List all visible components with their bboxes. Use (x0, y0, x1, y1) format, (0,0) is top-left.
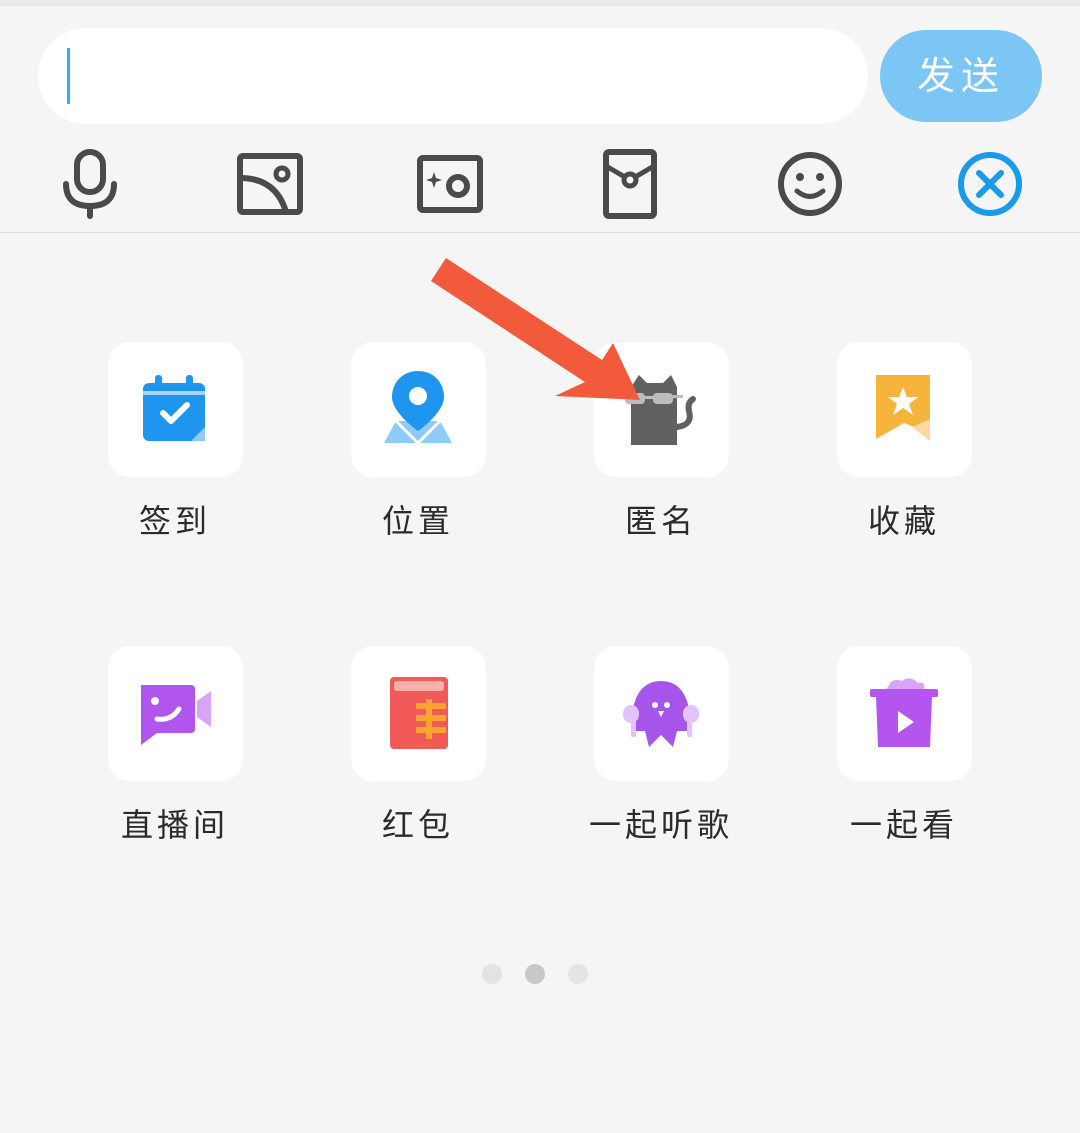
panel-item-checkin[interactable]: 签到 (75, 342, 275, 552)
panel-item-favorites[interactable]: 收藏 (804, 342, 1004, 552)
panel-item-red-packet[interactable]: 红包 (318, 646, 518, 856)
location-label: 位置 (381, 502, 454, 540)
red-packet-icon (390, 677, 448, 749)
page-dot-3[interactable] (568, 964, 588, 984)
video-chat-icon (141, 685, 211, 745)
page-dot-1[interactable] (482, 964, 502, 984)
red-packet-tile[interactable] (351, 646, 486, 781)
listen-together-label: 一起听歌 (588, 806, 733, 844)
send-button[interactable]: 发送 (880, 30, 1042, 122)
live-room-tile[interactable] (108, 646, 243, 781)
live-room-label: 直播间 (120, 806, 229, 844)
message-input[interactable] (38, 28, 868, 124)
bookmark-star-icon (876, 375, 930, 441)
location-pin-icon (384, 371, 452, 446)
checkin-tile[interactable] (108, 342, 243, 477)
panel-item-live-room[interactable]: 直播间 (75, 646, 275, 856)
anonymous-cat-icon (625, 375, 696, 445)
location-tile[interactable] (351, 342, 486, 477)
watch-together-label: 一起看 (849, 806, 958, 844)
page-dot-2-active[interactable] (525, 964, 545, 984)
calendar-check-icon (143, 375, 205, 441)
page-indicator (482, 964, 592, 986)
panel-item-anonymous[interactable]: 匿名 (561, 342, 761, 552)
headphones-bird-icon (623, 681, 699, 747)
favorites-tile[interactable] (837, 342, 972, 477)
checkin-label: 签到 (138, 502, 211, 540)
file-icon[interactable] (590, 144, 670, 224)
image-icon[interactable] (230, 144, 310, 224)
tv-play-icon (870, 678, 938, 747)
close-icon[interactable] (950, 144, 1030, 224)
panel-item-location[interactable]: 位置 (318, 342, 518, 552)
microphone-icon[interactable] (50, 144, 130, 224)
anonymous-label: 匿名 (624, 502, 697, 540)
emoji-icon[interactable] (770, 144, 850, 224)
camera-icon[interactable] (410, 144, 490, 224)
listen-together-tile[interactable] (594, 646, 729, 781)
watch-together-tile[interactable] (837, 646, 972, 781)
anonymous-tile[interactable] (594, 342, 729, 477)
panel-item-watch-together[interactable]: 一起看 (804, 646, 1004, 856)
panel-item-listen-together[interactable]: 一起听歌 (561, 646, 761, 856)
text-caret (67, 48, 70, 104)
input-bar: 发送 (0, 6, 1080, 233)
red-packet-label: 红包 (381, 806, 454, 844)
favorites-label: 收藏 (867, 502, 940, 540)
